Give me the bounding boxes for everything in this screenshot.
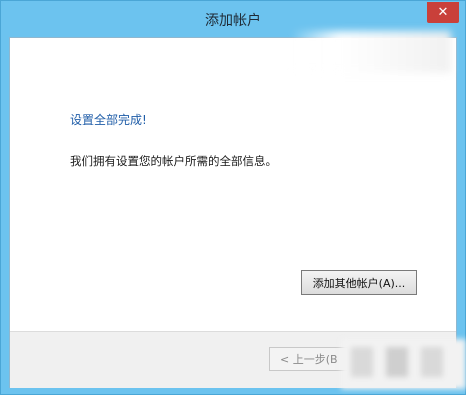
add-other-account-button[interactable]: 添加其他帐户(A)...: [301, 270, 417, 295]
close-icon: ✕: [437, 5, 449, 20]
close-button[interactable]: ✕: [427, 2, 459, 23]
redacted-area-bottom: [341, 339, 466, 389]
window-title: 添加帐户: [205, 13, 261, 29]
setup-description: 我们拥有设置您的帐户所需的全部信息。: [70, 154, 277, 168]
setup-complete-heading: 设置全部完成!: [70, 113, 147, 127]
dialog-content: 设置全部完成! 我们拥有设置您的帐户所需的全部信息。 添加其他帐户(A)... …: [9, 37, 457, 388]
redacted-area-top: [291, 31, 451, 73]
add-account-window: 添加帐户 ✕ 设置全部完成! 我们拥有设置您的帐户所需的全部信息。 添加其他帐户…: [0, 0, 466, 395]
